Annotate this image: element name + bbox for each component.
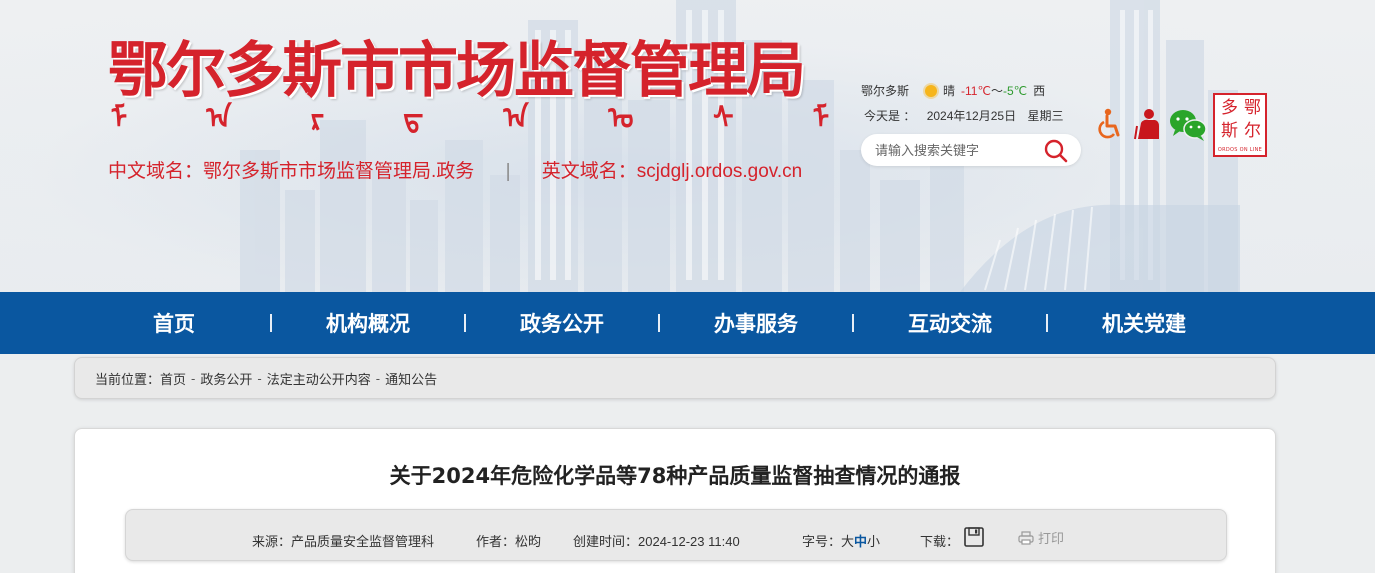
today-date-value: 2024年12月25日	[926, 109, 1017, 123]
logo-char: 尔	[1244, 121, 1261, 141]
breadcrumb-prefix: 当前位置：	[95, 371, 161, 387]
search-input[interactable]	[875, 140, 1035, 160]
nav-services[interactable]: 办事服务	[660, 308, 852, 338]
mongolian-glyph: ᠤ	[608, 101, 634, 136]
temp-tilde: ～	[990, 84, 1003, 98]
breadcrumb-arrow: -	[257, 370, 262, 386]
elderly-mode-icon[interactable]	[1133, 108, 1163, 140]
weather-wind: 西	[1033, 84, 1046, 98]
article-meta-bar: 来源：产品质量安全监督管理科 作者：松昀 创建时间：2024-12-23 11:…	[125, 509, 1227, 561]
printer-icon	[1018, 530, 1034, 545]
search-box	[861, 134, 1081, 166]
logo-char: 鄂	[1244, 98, 1261, 118]
today-date: 今天是 ： 2024年12月25日 星期三	[864, 107, 1063, 124]
font-size-medium[interactable]: 中	[854, 534, 867, 549]
english-domain[interactable]: 英文域名：scjdglj.ordos.gov.cn	[542, 161, 802, 182]
logo-char: 斯	[1221, 121, 1238, 141]
today-weekday: 星期三	[1027, 109, 1064, 123]
print-button[interactable]: 打印	[1018, 528, 1064, 547]
print-label: 打印	[1038, 531, 1065, 546]
main-nav: 首页 机构概况 政务公开 办事服务 互动交流 机关党建	[0, 292, 1375, 354]
nav-party-building[interactable]: 机关党建	[1048, 308, 1240, 338]
article-title: 关于2024年危险化学品等78种产品质量监督抽查情况的通报	[389, 464, 961, 488]
breadcrumb: 当前位置： 首页 - 政务公开 - 法定主动公开内容 - 通知公告	[74, 357, 1276, 399]
nav-interaction[interactable]: 互动交流	[854, 308, 1046, 338]
article-card: 关于2024年危险化学品等78种产品质量监督抽查情况的通报 来源：产品质量安全监…	[74, 428, 1276, 573]
search-icon[interactable]	[1043, 138, 1069, 164]
article-source: 来源：产品质量安全监督管理科	[252, 534, 435, 549]
article-created-time: 创建时间：2024-12-23 11:40	[573, 534, 740, 549]
ordos-logo-subtitle: ORDOS ON LINE	[1217, 147, 1263, 153]
accessibility-icon[interactable]	[1095, 108, 1123, 140]
mongolian-glyph: ᠰ	[713, 101, 734, 136]
ordos-online-logo[interactable]: 多 鄂 斯 尔 ORDOS ON LINE	[1213, 93, 1267, 157]
mongolian-glyph: ᠳ	[403, 101, 424, 136]
save-icon[interactable]	[963, 526, 985, 548]
breadcrumb-arrow: -	[375, 370, 381, 386]
ordos-logo-characters: 多 鄂 斯 尔	[1218, 97, 1264, 143]
site-header: 鄂尔多斯市市场监督管理局 ᠮ ᠠ ᠷ ᠳ ᠠ ᠤ ᠰ ᠮ 中文域名：鄂尔多斯市市…	[0, 0, 1375, 292]
font-size-small[interactable]: 小	[867, 534, 880, 549]
weather-condition: 晴	[943, 84, 956, 98]
mongolian-glyph: ᠠ	[206, 101, 232, 136]
domain-separator: |	[505, 161, 511, 182]
mongolian-glyph: ᠠ	[503, 101, 529, 136]
breadcrumb-notices[interactable]: 通知公告	[385, 369, 437, 388]
download-label: 下载：	[920, 534, 960, 549]
mongolian-glyph: ᠷ	[310, 101, 325, 136]
site-title: 鄂尔多斯市市场监督管理局	[108, 36, 806, 106]
font-size-large[interactable]: 大	[841, 534, 854, 549]
breadcrumb-government-affairs[interactable]: 政务公开	[200, 369, 252, 388]
weather-widget: 鄂尔多斯 晴 -11℃～-5℃ 西	[861, 82, 1045, 99]
nav-home[interactable]: 首页	[78, 308, 270, 338]
breadcrumb-statutory-disclosure[interactable]: 法定主动公开内容	[267, 369, 371, 388]
temp-high: -11℃	[961, 84, 991, 98]
chinese-domain: 中文域名：鄂尔多斯市市场监督管理局.政务	[108, 161, 475, 182]
breadcrumb-home[interactable]: 首页	[160, 369, 186, 388]
nav-government-affairs[interactable]: 政务公开	[466, 308, 658, 338]
today-label: 今天是 ：	[864, 109, 916, 123]
wechat-icon[interactable]	[1168, 108, 1208, 142]
article-author: 作者：松昀	[476, 534, 542, 549]
mongolian-glyph: ᠮ	[110, 101, 128, 136]
mongolian-title: ᠮ ᠠ ᠷ ᠳ ᠠ ᠤ ᠰ ᠮ	[110, 98, 830, 140]
mongolian-glyph: ᠮ	[812, 101, 830, 136]
breadcrumb-arrow: -	[191, 370, 196, 386]
nav-organization[interactable]: 机构概况	[272, 308, 464, 338]
font-size-control: 字号：大中小	[802, 531, 880, 550]
weather-city: 鄂尔多斯	[861, 84, 910, 98]
sun-icon	[925, 84, 938, 97]
font-size-label: 字号：	[802, 534, 842, 549]
logo-char: 多	[1221, 98, 1238, 118]
temp-low: -5℃	[1002, 84, 1028, 98]
domain-info: 中文域名：鄂尔多斯市市场监督管理局.政务 | 英文域名：scjdglj.ordo…	[108, 156, 802, 183]
